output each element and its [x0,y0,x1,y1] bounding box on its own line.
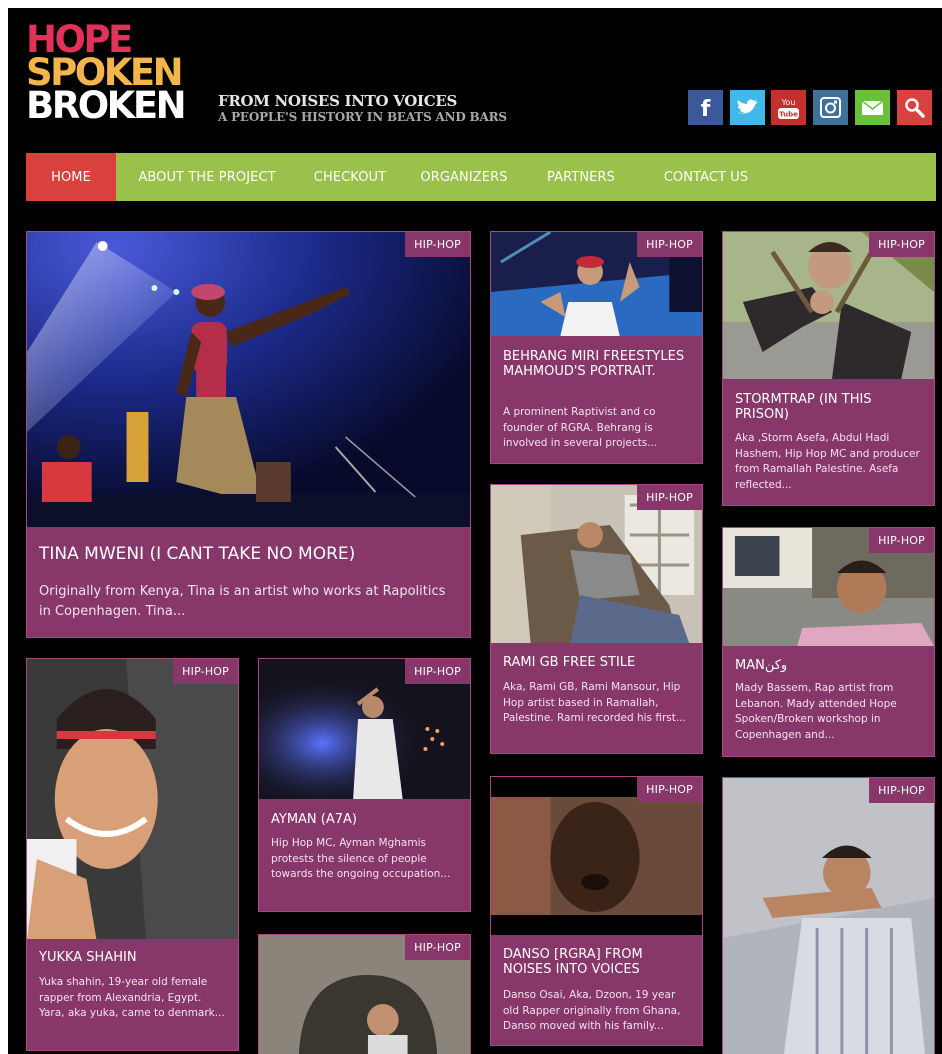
post-excerpt: Danso Osai, Aka, Dzoon, 19 year old Rapp… [503,989,681,1032]
category-badge[interactable]: HIP-HOP [869,528,934,553]
post-excerpt: Originally from Kenya, Tina is an artist… [39,584,446,619]
post-title[interactable]: AYMAN (A7A) [271,812,460,827]
nav-item-checkout[interactable]: CHECKOUT [298,153,402,201]
nav-item-about-the-project[interactable]: ABOUT THE PROJECT [116,153,298,201]
post-title[interactable]: MANوكن [735,658,924,673]
post-title[interactable]: STORMTRAP (IN THIS PRISON) [735,392,924,422]
post-excerpt: Mady Bassem, Rap artist from Lebanon. Ma… [735,682,897,741]
category-badge[interactable]: HIP-HOP [869,232,934,257]
post-card[interactable]: HIP-HOP RAMI GB FREE STILE Aka, Rami GB,… [490,484,703,754]
facebook-icon[interactable]: f [688,90,723,125]
category-badge[interactable]: HIP-HOP [405,659,470,684]
youtube-icon[interactable]: You Tube [771,90,806,125]
post-card[interactable]: HIP-HOP DANSO [RGRA] FROM NOISES INTO VO… [490,776,703,1046]
page-frame: HOPE SPOKEN BROKEN FROM NOISES INTO VOIC… [8,8,942,1054]
category-badge[interactable]: HIP-HOP [869,778,934,803]
category-badge[interactable]: HIP-HOP [637,232,702,257]
logo-line-broken: BROKEN [26,84,187,127]
svg-text:You: You [781,98,796,107]
post-card[interactable]: HIP-HOP TINA MWENI (I CANT TAKE NO MORE)… [26,231,471,638]
site-tagline: FROM NOISES INTO VOICES A PEOPLE'S HISTO… [218,92,507,125]
nav-item-partners[interactable]: PARTNERS [526,153,636,201]
search-icon[interactable] [897,90,932,125]
svg-text:f: f [701,97,711,122]
category-badge[interactable]: HIP-HOP [637,485,702,510]
tagline-secondary: A PEOPLE'S HISTORY IN BEATS AND BARS [218,110,507,124]
post-card[interactable]: HIP-HOP YUKKA SHAHIN Yuka shahin, 19-yea… [26,658,239,1051]
category-badge[interactable]: HIP-HOP [405,935,470,960]
post-title[interactable]: RAMI GB FREE STILE [503,655,692,670]
main-nav: HOME ABOUT THE PROJECT CHECKOUT ORGANIZE… [26,153,936,201]
post-card[interactable]: HIP-HOP MANوكن Mady Bassem, Rap artist f… [722,527,935,757]
tagline-primary: FROM NOISES INTO VOICES [218,92,458,110]
post-photo[interactable] [27,659,238,939]
nav-item-contact-us[interactable]: CONTACT US [636,153,776,201]
email-icon[interactable] [855,90,890,125]
category-badge[interactable]: HIP-HOP [405,232,470,257]
nav-item-organizers[interactable]: ORGANIZERS [402,153,526,201]
post-excerpt: Yuka shahin, 19-year old female rapper f… [39,976,225,1019]
post-excerpt: Hip Hop MC, Ayman Mghamis protests the s… [271,837,451,880]
post-card[interactable]: HIP-HOP [722,777,935,1054]
post-card[interactable]: HIP-HOP STORMTRAP (IN THIS PRISON) Aka ,… [722,231,935,506]
svg-text:Tube: Tube [779,111,798,119]
post-title[interactable]: YUKKA SHAHIN [39,950,228,965]
post-title[interactable]: TINA MWENI (I CANT TAKE NO MORE) [39,544,460,564]
post-excerpt: A prominent Raptivist and co founder of … [503,406,658,449]
post-card[interactable]: HIP-HOP [258,934,471,1054]
post-title[interactable]: BEHRANG MIRI FREESTYLES MAHMOUD'S PORTRA… [503,349,692,379]
nav-item-home[interactable]: HOME [26,153,116,201]
post-card[interactable]: HIP-HOP AYMAN (A7A) Hip Hop MC, Ayman Mg… [258,658,471,912]
category-badge[interactable]: HIP-HOP [173,659,238,684]
site-logo[interactable]: HOPE SPOKEN BROKEN [26,21,187,127]
post-photo[interactable] [27,232,470,527]
post-card[interactable]: HIP-HOP BEHRANG MIRI FREESTYLES MAHMOUD'… [490,231,703,464]
post-photo[interactable] [723,778,934,1054]
instagram-icon[interactable] [813,90,848,125]
post-excerpt: Aka ,Storm Asefa, Abdul Hadi Hashem, Hip… [735,432,920,491]
post-title[interactable]: DANSO [RGRA] FROM NOISES INTO VOICES [503,947,692,977]
category-badge[interactable]: HIP-HOP [637,777,702,802]
twitter-icon[interactable] [730,90,765,125]
post-excerpt: Aka, Rami GB, Rami Mansour, Hip Hop arti… [503,681,686,724]
